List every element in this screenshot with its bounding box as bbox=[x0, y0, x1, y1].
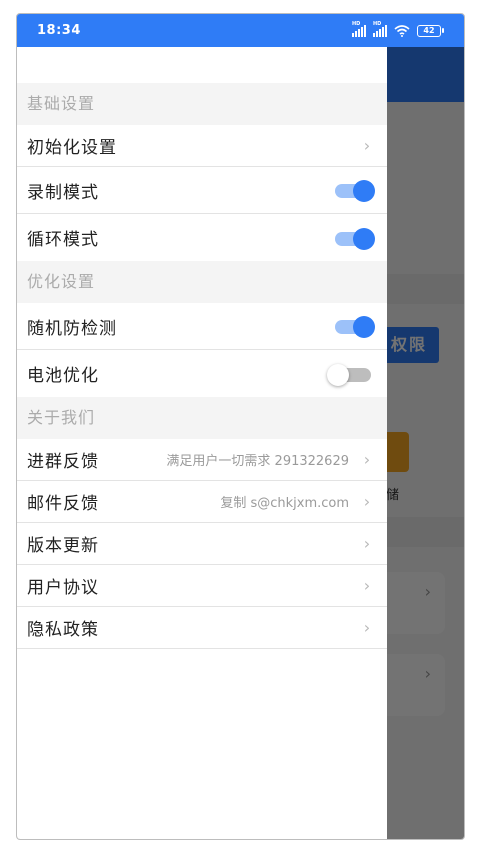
section-about-us: 关于我们 bbox=[17, 397, 387, 439]
chevron-right-icon: › bbox=[363, 450, 371, 469]
row-label: 初始化设置 bbox=[27, 138, 117, 158]
status-bar: 18:34 HD HD 42 bbox=[17, 14, 464, 47]
chevron-right-icon: › bbox=[363, 492, 371, 511]
battery-icon: 42 bbox=[417, 24, 444, 37]
anti-detect-toggle[interactable] bbox=[335, 316, 375, 338]
row-label: 进群反馈 bbox=[27, 452, 99, 472]
row-label: 版本更新 bbox=[27, 536, 99, 556]
row-label: 邮件反馈 bbox=[27, 494, 99, 514]
chevron-right-icon: › bbox=[363, 534, 371, 553]
row-label: 循环模式 bbox=[27, 230, 99, 250]
loop-mode-toggle[interactable] bbox=[335, 227, 375, 250]
row-version-update[interactable]: 版本更新 › bbox=[17, 523, 387, 565]
battery-optimize-toggle[interactable] bbox=[327, 363, 373, 386]
status-time: 18:34 bbox=[37, 23, 81, 38]
status-icons: HD HD 42 bbox=[352, 21, 444, 37]
row-label: 用户协议 bbox=[27, 578, 99, 598]
row-email-feedback[interactable]: 邮件反馈 复制 s@chkjxm.com › bbox=[17, 481, 387, 523]
row-label: 电池优化 bbox=[27, 366, 99, 386]
row-anti-detect: 随机防检测 bbox=[17, 303, 387, 350]
chevron-right-icon: › bbox=[363, 576, 371, 595]
row-privacy-policy[interactable]: 隐私政策 › bbox=[17, 607, 387, 649]
join-group-detail: 满足用户一切需求 291322629 bbox=[166, 454, 349, 469]
row-label: 录制模式 bbox=[27, 182, 99, 203]
row-battery-optimize: 电池优化 bbox=[17, 350, 387, 397]
settings-drawer: 基础设置 初始化设置 › 录制模式 循环模式 优化设置 随机防检测 电池优化 关… bbox=[17, 47, 387, 839]
row-user-agreement[interactable]: 用户协议 › bbox=[17, 565, 387, 607]
section-optimize-settings: 优化设置 bbox=[17, 261, 387, 303]
chevron-right-icon: › bbox=[363, 618, 371, 637]
drawer-header bbox=[17, 47, 387, 83]
row-loop-mode: 循环模式 bbox=[17, 214, 387, 261]
section-basic-settings: 基础设置 bbox=[17, 83, 387, 125]
phone-screen: 18:34 HD HD 42 权限 字储 基础设置 bbox=[16, 13, 465, 840]
record-mode-toggle[interactable] bbox=[335, 180, 375, 202]
row-record-mode: 录制模式 bbox=[17, 167, 387, 214]
chevron-right-icon: › bbox=[363, 136, 371, 155]
row-join-group[interactable]: 进群反馈 满足用户一切需求 291322629 › bbox=[17, 439, 387, 481]
email-feedback-detail: 复制 s@chkjxm.com bbox=[220, 496, 349, 511]
row-init-settings[interactable]: 初始化设置 › bbox=[17, 125, 387, 167]
row-label: 隐私政策 bbox=[27, 620, 99, 640]
battery-level: 42 bbox=[417, 24, 441, 37]
signal-icon-2: HD bbox=[373, 21, 387, 37]
row-label: 随机防检测 bbox=[27, 318, 117, 339]
signal-icon: HD bbox=[352, 21, 366, 37]
wifi-icon bbox=[394, 24, 410, 37]
